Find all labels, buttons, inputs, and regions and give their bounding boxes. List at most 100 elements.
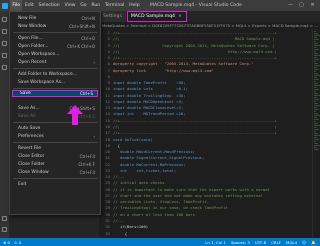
menu-item-label: Open Workspace... (18, 52, 60, 57)
minimap-line (314, 43, 318, 44)
menu-separator (13, 122, 97, 123)
menu-open-recent[interactable]: Open Recent › (10, 59, 100, 66)
menu-save-workspace-as[interactable]: Save Workspace As... (10, 79, 100, 86)
language-mode[interactable]: MQL4 (286, 240, 297, 245)
breadcrumb[interactable]: MetaQuotes > Terminal > D0E8209F77C8CF37… (99, 22, 320, 30)
menu-separator (13, 178, 97, 179)
minimap-line (314, 139, 319, 140)
menu-selection[interactable]: Selection (36, 0, 62, 11)
menu-item-label: Open Recent (18, 60, 47, 65)
window-title: MACD Sample.mq4 - Visual Studio Code (150, 3, 242, 8)
menu-close-window[interactable]: Close Window Ctrl+F4 (10, 169, 100, 176)
manage-gear-icon[interactable] (2, 227, 7, 232)
pointer-arrow-icon (67, 105, 83, 125)
indentation[interactable]: Spaces: 3 (231, 240, 250, 245)
code-line[interactable]: 33 { (99, 231, 312, 237)
menu-item-label: Close Editor (18, 154, 45, 159)
minimap-line (314, 135, 320, 136)
extensions-icon[interactable] (2, 65, 7, 70)
menu-save[interactable]: Save Ctrl+S (12, 90, 98, 97)
menu-item-label: Save All (18, 114, 36, 119)
minimap-line (314, 85, 320, 86)
menu-new-file[interactable]: New File Ctrl+N (10, 15, 100, 22)
menu-revert-file[interactable]: Revert File (10, 145, 100, 152)
warnings-indicator[interactable]: ⚠ 0 (14, 240, 21, 245)
menu-open-folder[interactable]: Open Folder... Ctrl+K Ctrl+O (10, 43, 100, 50)
menu-save-as[interactable]: Save As... Ctrl+Shift+S (10, 105, 100, 112)
minimap-line (314, 105, 320, 106)
window-controls: — ▢ ✕ (285, 0, 318, 11)
chevron-right-icon: › (93, 60, 95, 65)
menu-item-label: New File (18, 16, 37, 21)
menu-item-label: Auto Save (18, 126, 41, 131)
minimap-line (314, 31, 316, 32)
menu-add-folder-to-workspace[interactable]: Add Folder to Workspace... (10, 71, 100, 78)
errors-indicator[interactable]: ⊗ 0 (3, 240, 10, 245)
menu-item-label: Open File... (18, 36, 43, 41)
minimap-line (314, 89, 319, 90)
source-control-icon[interactable] (2, 41, 7, 46)
run-debug-icon[interactable] (2, 53, 7, 58)
minimize-button[interactable]: — (285, 0, 296, 11)
minimap-line (314, 117, 317, 118)
menu-separator (13, 68, 97, 69)
cursor-position[interactable]: Ln 1, Col 1 (205, 240, 226, 245)
menu-run[interactable]: Run (89, 0, 103, 11)
minimap-line (314, 71, 316, 72)
minimap[interactable] (312, 30, 320, 238)
menu-go[interactable]: Go (78, 0, 89, 11)
minimap-line (314, 113, 318, 114)
code-text: { (113, 230, 128, 236)
maximize-button[interactable]: ▢ (296, 0, 307, 11)
menu-item-label: Close Folder (18, 162, 45, 167)
menu-help[interactable]: Help (127, 0, 142, 11)
minimap-line (314, 59, 319, 60)
menu-item-label: Open Folder... (18, 44, 49, 49)
minimap-line (314, 51, 316, 52)
menu-item-label: Revert File (18, 146, 42, 151)
menu-exit[interactable]: Exit (10, 181, 100, 188)
menu-separator (13, 88, 97, 89)
account-icon[interactable] (2, 216, 7, 221)
menu-preferences[interactable]: Preferences › (10, 133, 100, 140)
tab-settings[interactable]: Settings (99, 11, 127, 22)
minimap-line (314, 145, 320, 146)
minimap-line (314, 45, 320, 46)
menu-item-label: Save Workspace As... (18, 80, 66, 85)
tab-macd-sample[interactable]: MACD Sample.mq4 × (126, 11, 187, 22)
menu-item-label: Add Folder to Workspace... (18, 72, 77, 77)
menu-edit[interactable]: Edit (22, 0, 36, 11)
minimap-line (314, 77, 317, 78)
code-editor[interactable]: 1//+------------------------------------… (99, 30, 312, 238)
menu-open-file[interactable]: Open File... Ctrl+O (10, 35, 100, 42)
tab-label: MACD Sample.mq4 (130, 14, 176, 19)
explorer-icon[interactable] (2, 17, 7, 22)
menu-file[interactable]: File (10, 0, 23, 11)
close-tab-icon[interactable]: × (178, 14, 182, 19)
menu-view[interactable]: View (62, 0, 78, 11)
menu-close-folder[interactable]: Close Folder Ctrl+K F (10, 161, 100, 168)
menu-save-all[interactable]: Save All Ctrl+K S (10, 113, 100, 120)
feedback-icon[interactable]: ☺ (302, 240, 306, 245)
minimap-line (314, 101, 316, 102)
encoding[interactable]: UTF-8 (255, 240, 266, 245)
menu-new-window[interactable]: New Window Ctrl+Shift+N (10, 23, 100, 30)
minimap-line (314, 75, 320, 76)
menu-item-shortcut: Ctrl+F4 (79, 170, 95, 175)
close-window-button[interactable]: ✕ (307, 0, 318, 11)
menu-terminal[interactable]: Terminal (103, 0, 127, 11)
menu-separator (13, 142, 97, 143)
menu-open-workspace[interactable]: Open Workspace... (10, 51, 100, 58)
line-ending[interactable]: CRLF (271, 240, 281, 245)
menu-close-editor[interactable]: Close Editor Ctrl+F4 (10, 153, 100, 160)
minimap-line (314, 125, 320, 126)
activity-bar (0, 11, 9, 238)
notifications-bell-icon[interactable]: 🔔 (311, 240, 316, 245)
search-icon[interactable] (2, 29, 7, 34)
menu-auto-save[interactable]: Auto Save (10, 125, 100, 132)
minimap-line (314, 67, 317, 68)
minimap-line (314, 123, 318, 124)
status-bar: ⊗ 0 ⚠ 0 Ln 1, Col 1 Spaces: 3 UTF-8 CRLF… (0, 238, 320, 246)
minimap-line (314, 149, 319, 150)
minimap-line (314, 87, 317, 88)
